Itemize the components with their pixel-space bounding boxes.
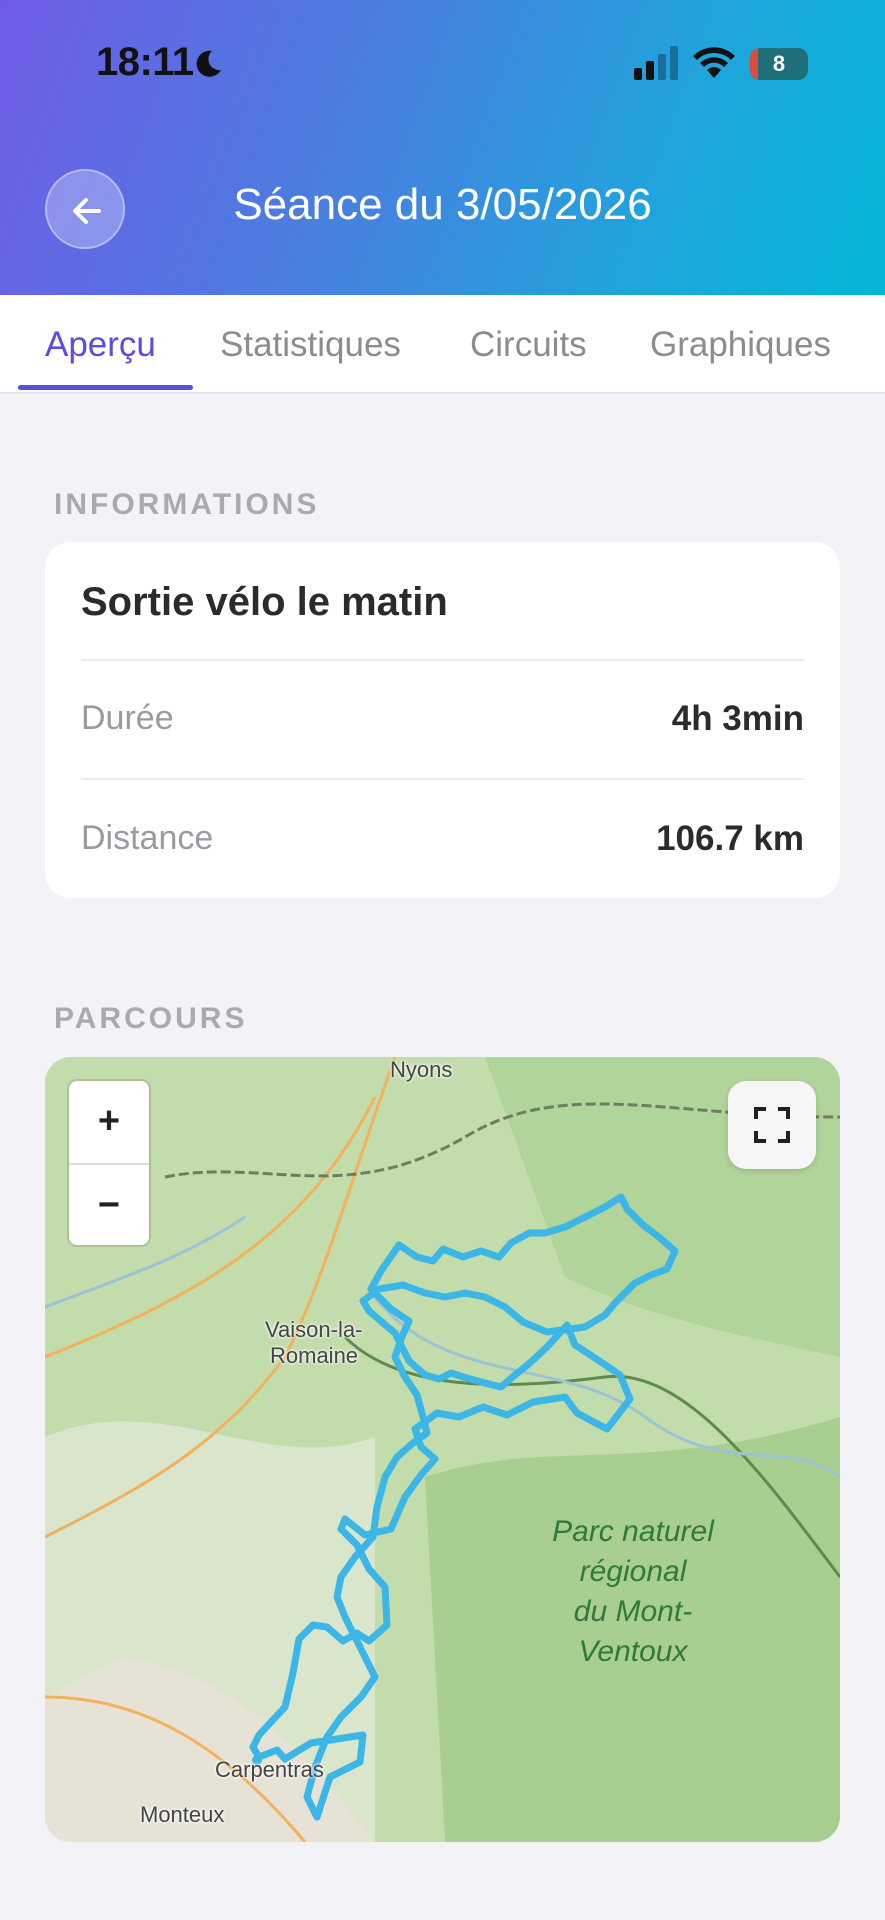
fullscreen-icon (754, 1107, 790, 1143)
distance-value: 106.7 km (656, 819, 804, 858)
duration-value: 4h 3min (671, 699, 804, 738)
page-title: Séance du 3/05/2026 (233, 180, 652, 229)
moon-icon (196, 50, 221, 77)
place-label: Romaine (270, 1343, 359, 1368)
parcours-section-label: PARCOURS (54, 1002, 248, 1035)
duration-label: Durée (81, 699, 174, 737)
zoom-in-button[interactable]: + (69, 1081, 149, 1163)
tab-statistiques[interactable]: Statistiques (220, 325, 401, 365)
wifi-icon (693, 47, 735, 78)
informations-section-label: INFORMATIONS (54, 488, 320, 521)
park-label: Parc naturel régional du Mont- Ventoux (523, 1512, 743, 1672)
park-label-line: du Mont- (573, 1595, 693, 1628)
info-card: Sortie vélo le matin Durée 4h 3min Dista… (45, 542, 840, 898)
fullscreen-button[interactable] (728, 1081, 816, 1169)
battery-level: 8 (772, 51, 786, 76)
status-time: 18:11 (96, 40, 194, 84)
activity-title: Sortie vélo le matin (81, 580, 448, 624)
route-map[interactable]: Nyons Vaison-la- Romaine Carpentras Mont… (45, 1057, 840, 1842)
place-label: Carpentras (215, 1757, 324, 1782)
distance-label: Distance (81, 819, 214, 857)
map-tiles (45, 1057, 840, 1842)
park-label-line: régional (579, 1555, 687, 1588)
zoom-control: + − (69, 1081, 149, 1245)
divider (81, 659, 804, 661)
place-label: Monteux (140, 1802, 225, 1827)
signal-icon (634, 46, 678, 80)
app-header: 18:11 8 Séance du 3/05/2026 (0, 0, 885, 295)
active-tab-indicator (18, 385, 193, 390)
divider (81, 778, 804, 780)
tab-apercu[interactable]: Aperçu (45, 325, 156, 365)
tab-circuits[interactable]: Circuits (470, 325, 587, 365)
tab-bar: Aperçu Statistiques Circuits Graphiques (0, 295, 885, 394)
battery-indicator: 8 (750, 48, 808, 80)
tab-graphiques[interactable]: Graphiques (650, 325, 831, 365)
park-label-line: Ventoux (578, 1635, 688, 1668)
zoom-out-button[interactable]: − (69, 1165, 149, 1247)
place-label: Nyons (390, 1057, 453, 1082)
place-label: Vaison-la- (265, 1317, 363, 1342)
park-label-line: Parc naturel (552, 1515, 714, 1548)
